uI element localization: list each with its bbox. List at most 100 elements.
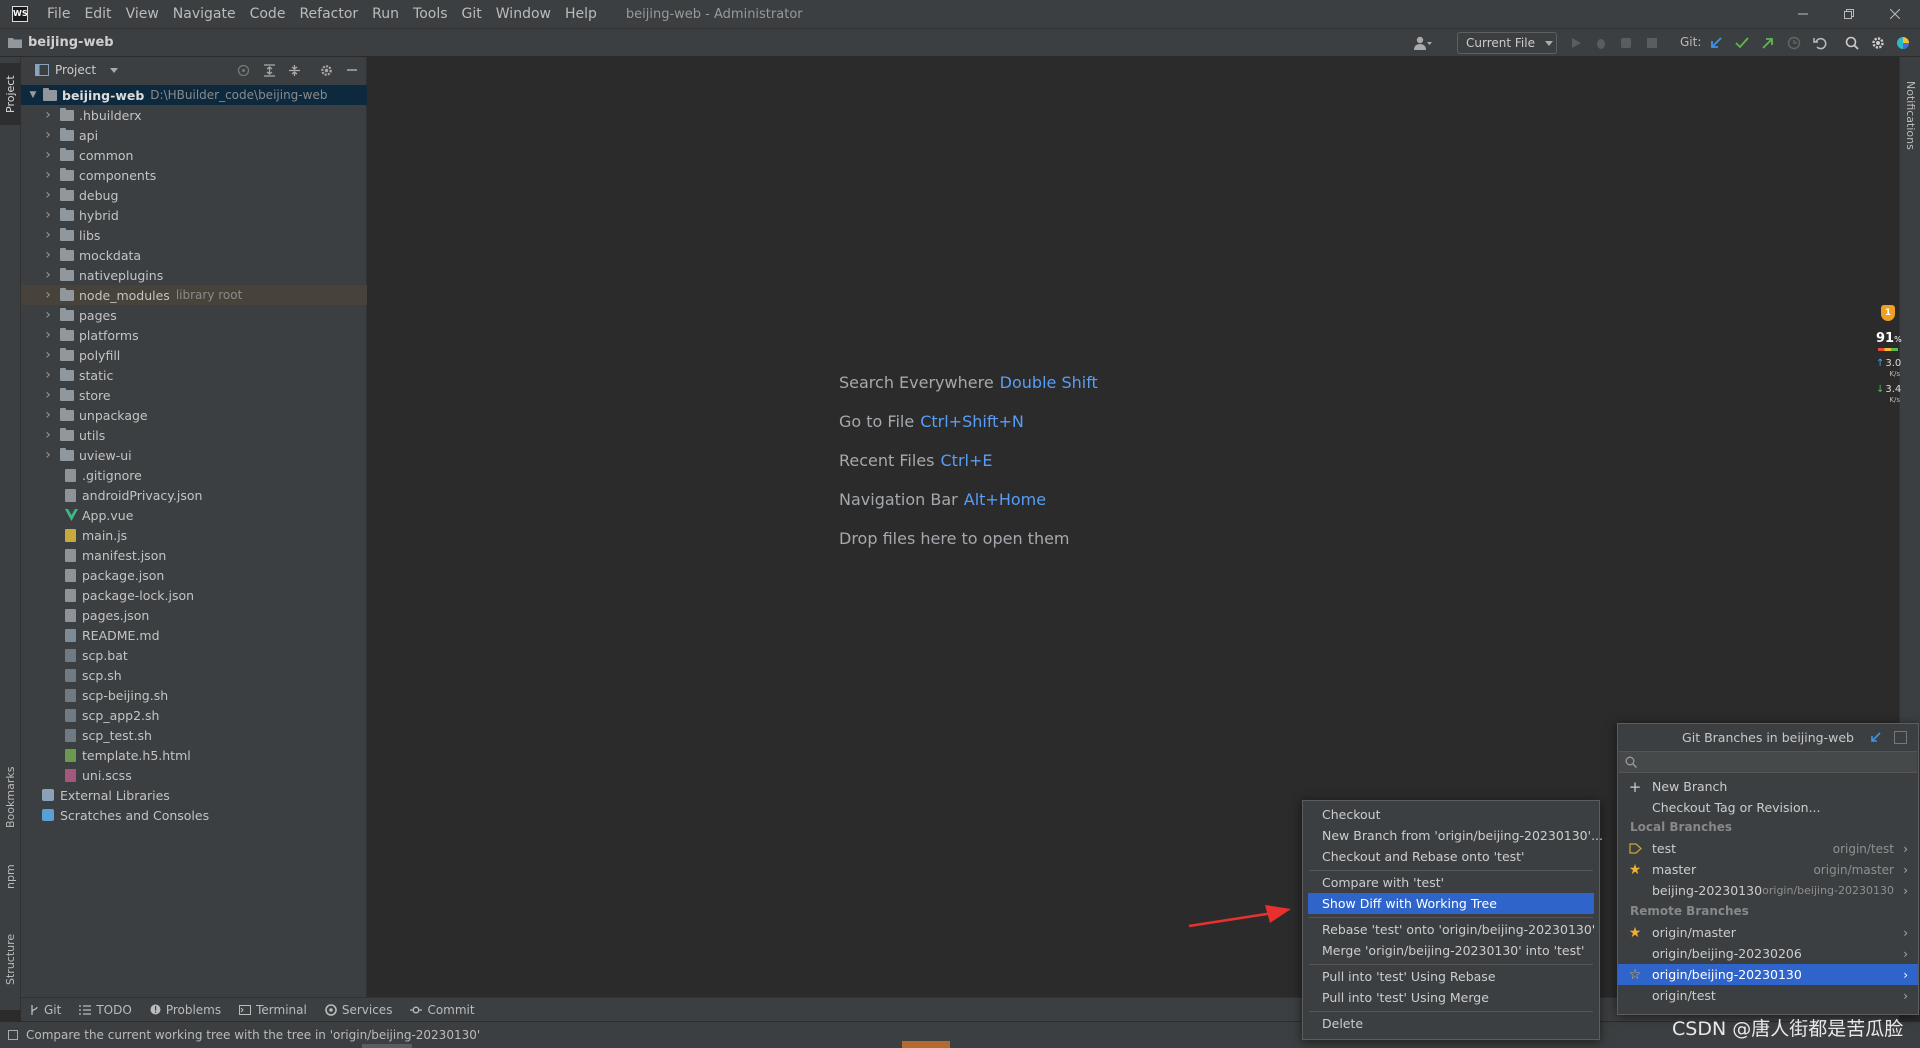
external-libraries-row[interactable]: External Libraries xyxy=(21,785,367,805)
git-tool-tab[interactable]: Git xyxy=(29,1003,61,1017)
restore-button[interactable] xyxy=(1826,0,1872,28)
git-push-icon[interactable] xyxy=(1759,34,1777,52)
hide-panel-icon[interactable] xyxy=(343,61,361,79)
tree-file-row[interactable]: package-lock.json xyxy=(21,585,367,605)
chevron-right-icon[interactable]: › xyxy=(42,287,54,303)
chevron-right-icon[interactable]: › xyxy=(42,267,54,283)
menu-item-checkout[interactable]: Checkout xyxy=(1303,804,1599,825)
jetbrains-toolbox-icon[interactable] xyxy=(1894,34,1912,52)
chevron-right-icon[interactable]: › xyxy=(42,227,54,243)
structure-tool-tab[interactable]: Structure xyxy=(0,917,21,1002)
settings-icon[interactable] xyxy=(1894,731,1907,744)
breadcrumb-project[interactable]: beijing-web xyxy=(28,35,114,50)
menu-item-merge[interactable]: Merge 'origin/beijing-20230130' into 'te… xyxy=(1303,940,1599,961)
stop-icon[interactable] xyxy=(1643,34,1661,52)
menu-tools[interactable]: Tools xyxy=(406,0,455,28)
shield-icon[interactable]: 1 xyxy=(1881,305,1895,321)
chevron-right-icon[interactable]: › xyxy=(42,187,54,203)
tree-file-row[interactable]: manifest.json xyxy=(21,545,367,565)
tree-file-row[interactable]: pages.json xyxy=(21,605,367,625)
tree-folder-row[interactable]: › common xyxy=(21,145,367,165)
chevron-right-icon[interactable]: › xyxy=(42,447,54,463)
remote-branch-origin-beijing-20230206[interactable]: origin/beijing-20230206 › xyxy=(1618,943,1918,964)
notifications-tool-tab[interactable]: Notifications xyxy=(1900,65,1920,165)
search-icon[interactable] xyxy=(1843,34,1861,52)
chevron-right-icon[interactable]: › xyxy=(42,147,54,163)
todo-tool-tab[interactable]: TODO xyxy=(79,1003,132,1017)
chevron-right-icon[interactable]: › xyxy=(42,427,54,443)
tree-folder-row[interactable]: › node_modules library root xyxy=(21,285,367,305)
tree-folder-row[interactable]: › uview-ui xyxy=(21,445,367,465)
menu-item-new-branch-from[interactable]: New Branch from 'origin/beijing-20230130… xyxy=(1303,825,1603,846)
menu-run[interactable]: Run xyxy=(365,0,406,28)
project-tool-tab[interactable]: Project xyxy=(0,63,21,125)
expand-all-icon[interactable] xyxy=(260,61,278,79)
tree-folder-row[interactable]: › libs xyxy=(21,225,367,245)
chevron-right-icon[interactable]: › xyxy=(42,327,54,343)
collapse-all-icon[interactable] xyxy=(285,61,303,79)
breadcrumb[interactable]: beijing-web xyxy=(8,35,114,50)
menu-file[interactable]: File xyxy=(40,0,77,28)
run-configuration-select[interactable]: Current File xyxy=(1457,32,1557,54)
rollback-icon[interactable] xyxy=(1811,34,1829,52)
git-commit-icon[interactable] xyxy=(1733,34,1751,52)
local-branch-master[interactable]: ★ master origin/master › xyxy=(1618,859,1918,880)
tree-file-row[interactable]: uni.scss xyxy=(21,765,367,785)
branch-search-input[interactable] xyxy=(1643,755,1903,769)
locate-file-icon[interactable] xyxy=(234,61,252,79)
status-window-icon[interactable] xyxy=(8,1030,18,1040)
tree-file-row[interactable]: README.md xyxy=(21,625,367,645)
run-icon[interactable] xyxy=(1567,34,1585,52)
tree-folder-row[interactable]: › nativeplugins xyxy=(21,265,367,285)
tree-file-row[interactable]: scp_test.sh xyxy=(21,725,367,745)
menu-item-pull-rebase[interactable]: Pull into 'test' Using Rebase xyxy=(1303,966,1599,987)
git-update-icon[interactable] xyxy=(1707,34,1725,52)
chevron-right-icon[interactable]: › xyxy=(42,127,54,143)
fetch-icon[interactable] xyxy=(1869,731,1882,744)
tree-folder-row[interactable]: › debug xyxy=(21,185,367,205)
tree-folder-row[interactable]: › hybrid xyxy=(21,205,367,225)
remote-branch-origin-beijing-20230130[interactable]: ☆ origin/beijing-20230130 › xyxy=(1618,964,1918,985)
checkout-tag-action[interactable]: Checkout Tag or Revision... xyxy=(1618,797,1918,818)
menu-code[interactable]: Code xyxy=(243,0,293,28)
scratches-row[interactable]: Scratches and Consoles xyxy=(21,805,367,825)
tree-file-row[interactable]: androidPrivacy.json xyxy=(21,485,367,505)
tree-file-row[interactable]: main.js xyxy=(21,525,367,545)
menu-git[interactable]: Git xyxy=(455,0,489,28)
settings-gear-icon[interactable] xyxy=(1869,34,1887,52)
options-gear-icon[interactable] xyxy=(317,61,335,79)
menu-view[interactable]: View xyxy=(119,0,166,28)
tree-folder-row[interactable]: › pages xyxy=(21,305,367,325)
user-icon[interactable] xyxy=(1414,34,1432,52)
tree-file-row[interactable]: .gitignore xyxy=(21,465,367,485)
history-icon[interactable] xyxy=(1785,34,1803,52)
tree-root-row[interactable]: ▼ beijing-web D:\HBuilder_code\beijing-w… xyxy=(21,85,367,105)
project-panel-title[interactable]: Project xyxy=(55,63,96,77)
chevron-right-icon[interactable]: › xyxy=(42,347,54,363)
menu-help[interactable]: Help xyxy=(558,0,604,28)
services-tool-tab[interactable]: Services xyxy=(325,1003,392,1017)
menu-item-rebase[interactable]: Rebase 'test' onto 'origin/beijing-20230… xyxy=(1303,919,1599,940)
menu-navigate[interactable]: Navigate xyxy=(166,0,243,28)
tree-folder-row[interactable]: › unpackage xyxy=(21,405,367,425)
tree-folder-row[interactable]: › platforms xyxy=(21,325,367,345)
tree-folder-row[interactable]: › store xyxy=(21,385,367,405)
chevron-down-icon[interactable] xyxy=(110,67,119,73)
chevron-right-icon[interactable]: › xyxy=(42,407,54,423)
chevron-right-icon[interactable]: › xyxy=(42,107,54,123)
tree-file-row[interactable]: scp.bat xyxy=(21,645,367,665)
tree-file-row[interactable]: scp_app2.sh xyxy=(21,705,367,725)
debug-icon[interactable] xyxy=(1592,34,1610,52)
local-branch-test[interactable]: test origin/test › xyxy=(1618,838,1918,859)
close-button[interactable] xyxy=(1872,0,1918,28)
coverage-icon[interactable] xyxy=(1617,34,1635,52)
remote-branch-origin-test[interactable]: origin/test › xyxy=(1618,985,1918,1006)
tree-folder-row[interactable]: › static xyxy=(21,365,367,385)
menu-item-delete[interactable]: Delete xyxy=(1303,1013,1599,1034)
local-branch-beijing-20230130[interactable]: beijing-20230130 origin/beijing-20230130… xyxy=(1618,880,1918,901)
tree-file-row[interactable]: scp-beijing.sh xyxy=(21,685,367,705)
chevron-down-icon[interactable]: ▼ xyxy=(27,89,39,101)
npm-tool-tab[interactable]: npm xyxy=(0,852,21,902)
chevron-right-icon[interactable]: › xyxy=(42,207,54,223)
tree-file-row[interactable]: App.vue xyxy=(21,505,367,525)
